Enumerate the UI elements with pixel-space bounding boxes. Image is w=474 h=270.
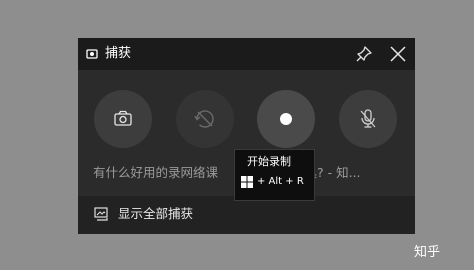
show-all-captures-link[interactable]: 显示全部捕获 — [78, 196, 415, 234]
microphone-toggle-button[interactable] — [339, 90, 397, 148]
gallery-icon — [94, 207, 108, 221]
close-icon[interactable] — [388, 44, 408, 64]
show-all-captures-label: 显示全部捕获 — [118, 206, 194, 221]
tooltip-title: 开始录制 — [247, 155, 291, 168]
start-recording-button[interactable] — [257, 90, 315, 148]
capture-widget-icon — [86, 49, 98, 59]
screenshot-button[interactable] — [94, 90, 152, 148]
capture-target-title: 有什么好用的录网络课 工具? - 知... — [93, 165, 361, 181]
capture-widget: 捕获 有什么好用的录网络课 工具? - 知... 显示全部捕获 — [78, 38, 415, 234]
record-dot-icon — [280, 113, 292, 125]
capture-target-title-head: 有什么好用的录网络课 — [93, 165, 219, 180]
tooltip-shortcut: + Alt + R — [257, 176, 304, 187]
widget-title: 捕获 — [105, 46, 132, 61]
zhihu-watermark: 知乎 — [414, 245, 441, 260]
camera-icon — [114, 110, 132, 126]
windows-logo-icon — [241, 176, 253, 188]
record-last-30s-icon — [194, 110, 214, 128]
pin-icon[interactable] — [355, 45, 373, 63]
microphone-off-icon — [360, 109, 376, 128]
widget-titlebar[interactable]: 捕获 — [78, 38, 415, 70]
start-recording-tooltip: 开始录制 + Alt + R — [234, 149, 315, 201]
record-last-30s-button[interactable] — [176, 90, 234, 148]
